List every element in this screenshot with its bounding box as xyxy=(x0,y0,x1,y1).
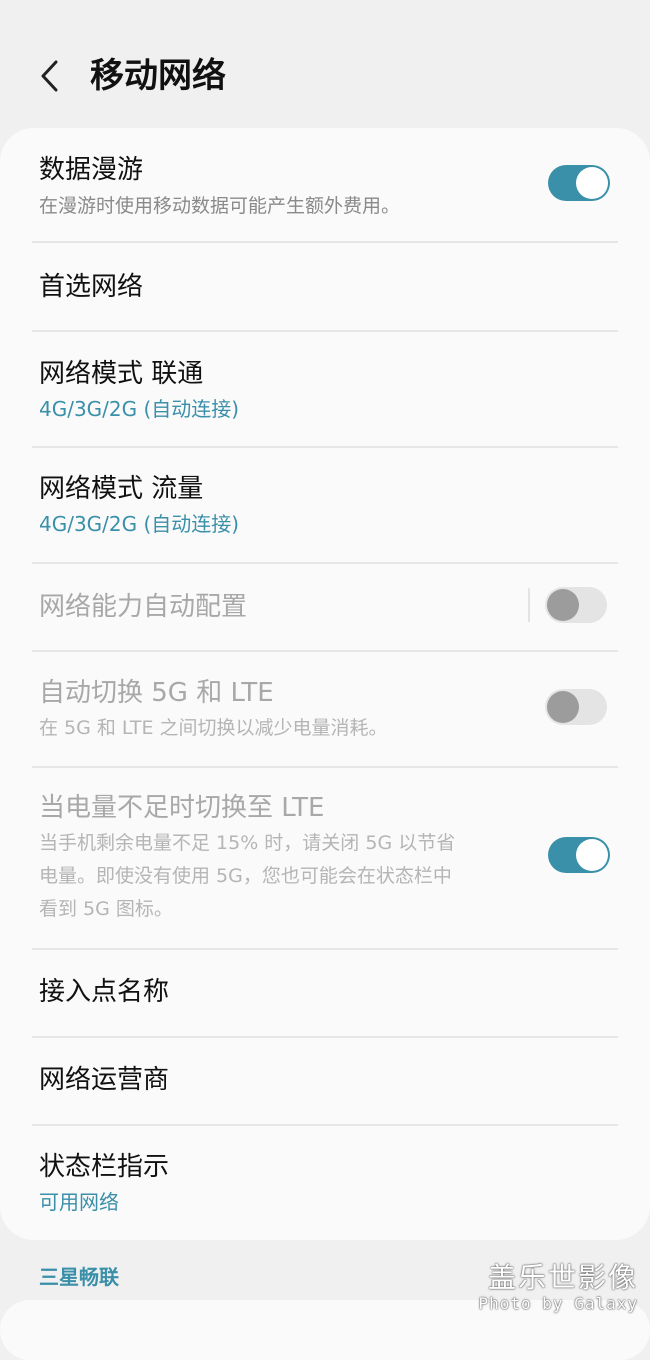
setting-title: 自动切换 5G 和 LTE xyxy=(39,678,274,708)
setting-title: 接入点名称 xyxy=(39,977,170,1007)
setting-subtitle: 在 5G 和 LTE 之间切换以减少电量消耗。 xyxy=(39,717,388,739)
setting-subtitle-line: 看到 5G 图标。 xyxy=(39,898,173,920)
toggle-knob xyxy=(576,167,608,199)
setting-subtitle-line: 当手机剩余电量不足 15% 时，请关闭 5G 以节省 xyxy=(39,832,456,854)
toggle-knob xyxy=(576,839,608,871)
setting-data-roaming[interactable]: 数据漫游 在漫游时使用移动数据可能产生额外费用。 xyxy=(0,145,650,241)
low-battery-lte-toggle xyxy=(548,837,610,873)
setting-status-bar-indicator[interactable]: 状态栏指示 可用网络 xyxy=(0,1126,650,1236)
setting-subtitle: 在漫游时使用移动数据可能产生额外费用。 xyxy=(39,195,401,217)
page-title: 移动网络 xyxy=(90,56,226,96)
setting-auto-switch-5g-lte: 自动切换 5G 和 LTE 在 5G 和 LTE 之间切换以减少电量消耗。 xyxy=(0,652,650,766)
network-auto-config-toggle xyxy=(545,587,607,623)
chevron-left-icon xyxy=(41,60,58,92)
setting-low-battery-lte: 当电量不足时切换至 LTE 当手机剩余电量不足 15% 时，请关闭 5G 以节省… xyxy=(0,768,650,948)
setting-network-operators[interactable]: 网络运营商 xyxy=(0,1038,650,1124)
watermark-sub: Photo by Galaxy xyxy=(478,1294,638,1313)
setting-subtitle: 4G/3G/2G (自动连接) xyxy=(39,512,240,536)
auto-switch-5g-toggle xyxy=(545,689,607,725)
setting-network-auto-config: 网络能力自动配置 xyxy=(0,564,650,650)
setting-subtitle: 4G/3G/2G (自动连接) xyxy=(39,397,240,421)
setting-network-mode-data[interactable]: 网络模式 流量 4G/3G/2G (自动连接) xyxy=(0,448,650,562)
setting-title: 网络模式 联通 xyxy=(39,359,204,389)
section-header-samsung-dex: 三星畅联 xyxy=(39,1265,119,1289)
setting-network-mode-unicom[interactable]: 网络模式 联通 4G/3G/2G (自动连接) xyxy=(0,332,650,446)
setting-title: 网络运营商 xyxy=(39,1065,170,1095)
watermark-main: 盖乐世影像 xyxy=(487,1261,638,1294)
setting-access-point-names[interactable]: 接入点名称 xyxy=(0,950,650,1036)
setting-title: 网络模式 流量 xyxy=(39,474,204,504)
data-roaming-toggle[interactable] xyxy=(548,165,610,201)
setting-title: 网络能力自动配置 xyxy=(39,592,248,622)
setting-subtitle-line: 电量。即使没有使用 5G，您也可能会在状态栏中 xyxy=(39,865,452,887)
photo-watermark: 盖乐世影像 Photo by Galaxy xyxy=(479,1262,639,1314)
setting-title: 状态栏指示 xyxy=(39,1152,170,1182)
setting-subtitle: 可用网络 xyxy=(39,1190,119,1214)
setting-title: 当电量不足时切换至 LTE xyxy=(39,793,325,823)
toggle-knob xyxy=(547,589,579,621)
setting-title: 数据漫游 xyxy=(39,155,144,185)
back-button[interactable] xyxy=(28,52,72,100)
toggle-knob xyxy=(547,691,579,723)
setting-title: 首选网络 xyxy=(39,272,144,302)
setting-preferred-network[interactable]: 首选网络 xyxy=(0,243,650,330)
app-header: 移动网络 xyxy=(0,0,650,128)
vertical-separator xyxy=(528,588,530,622)
